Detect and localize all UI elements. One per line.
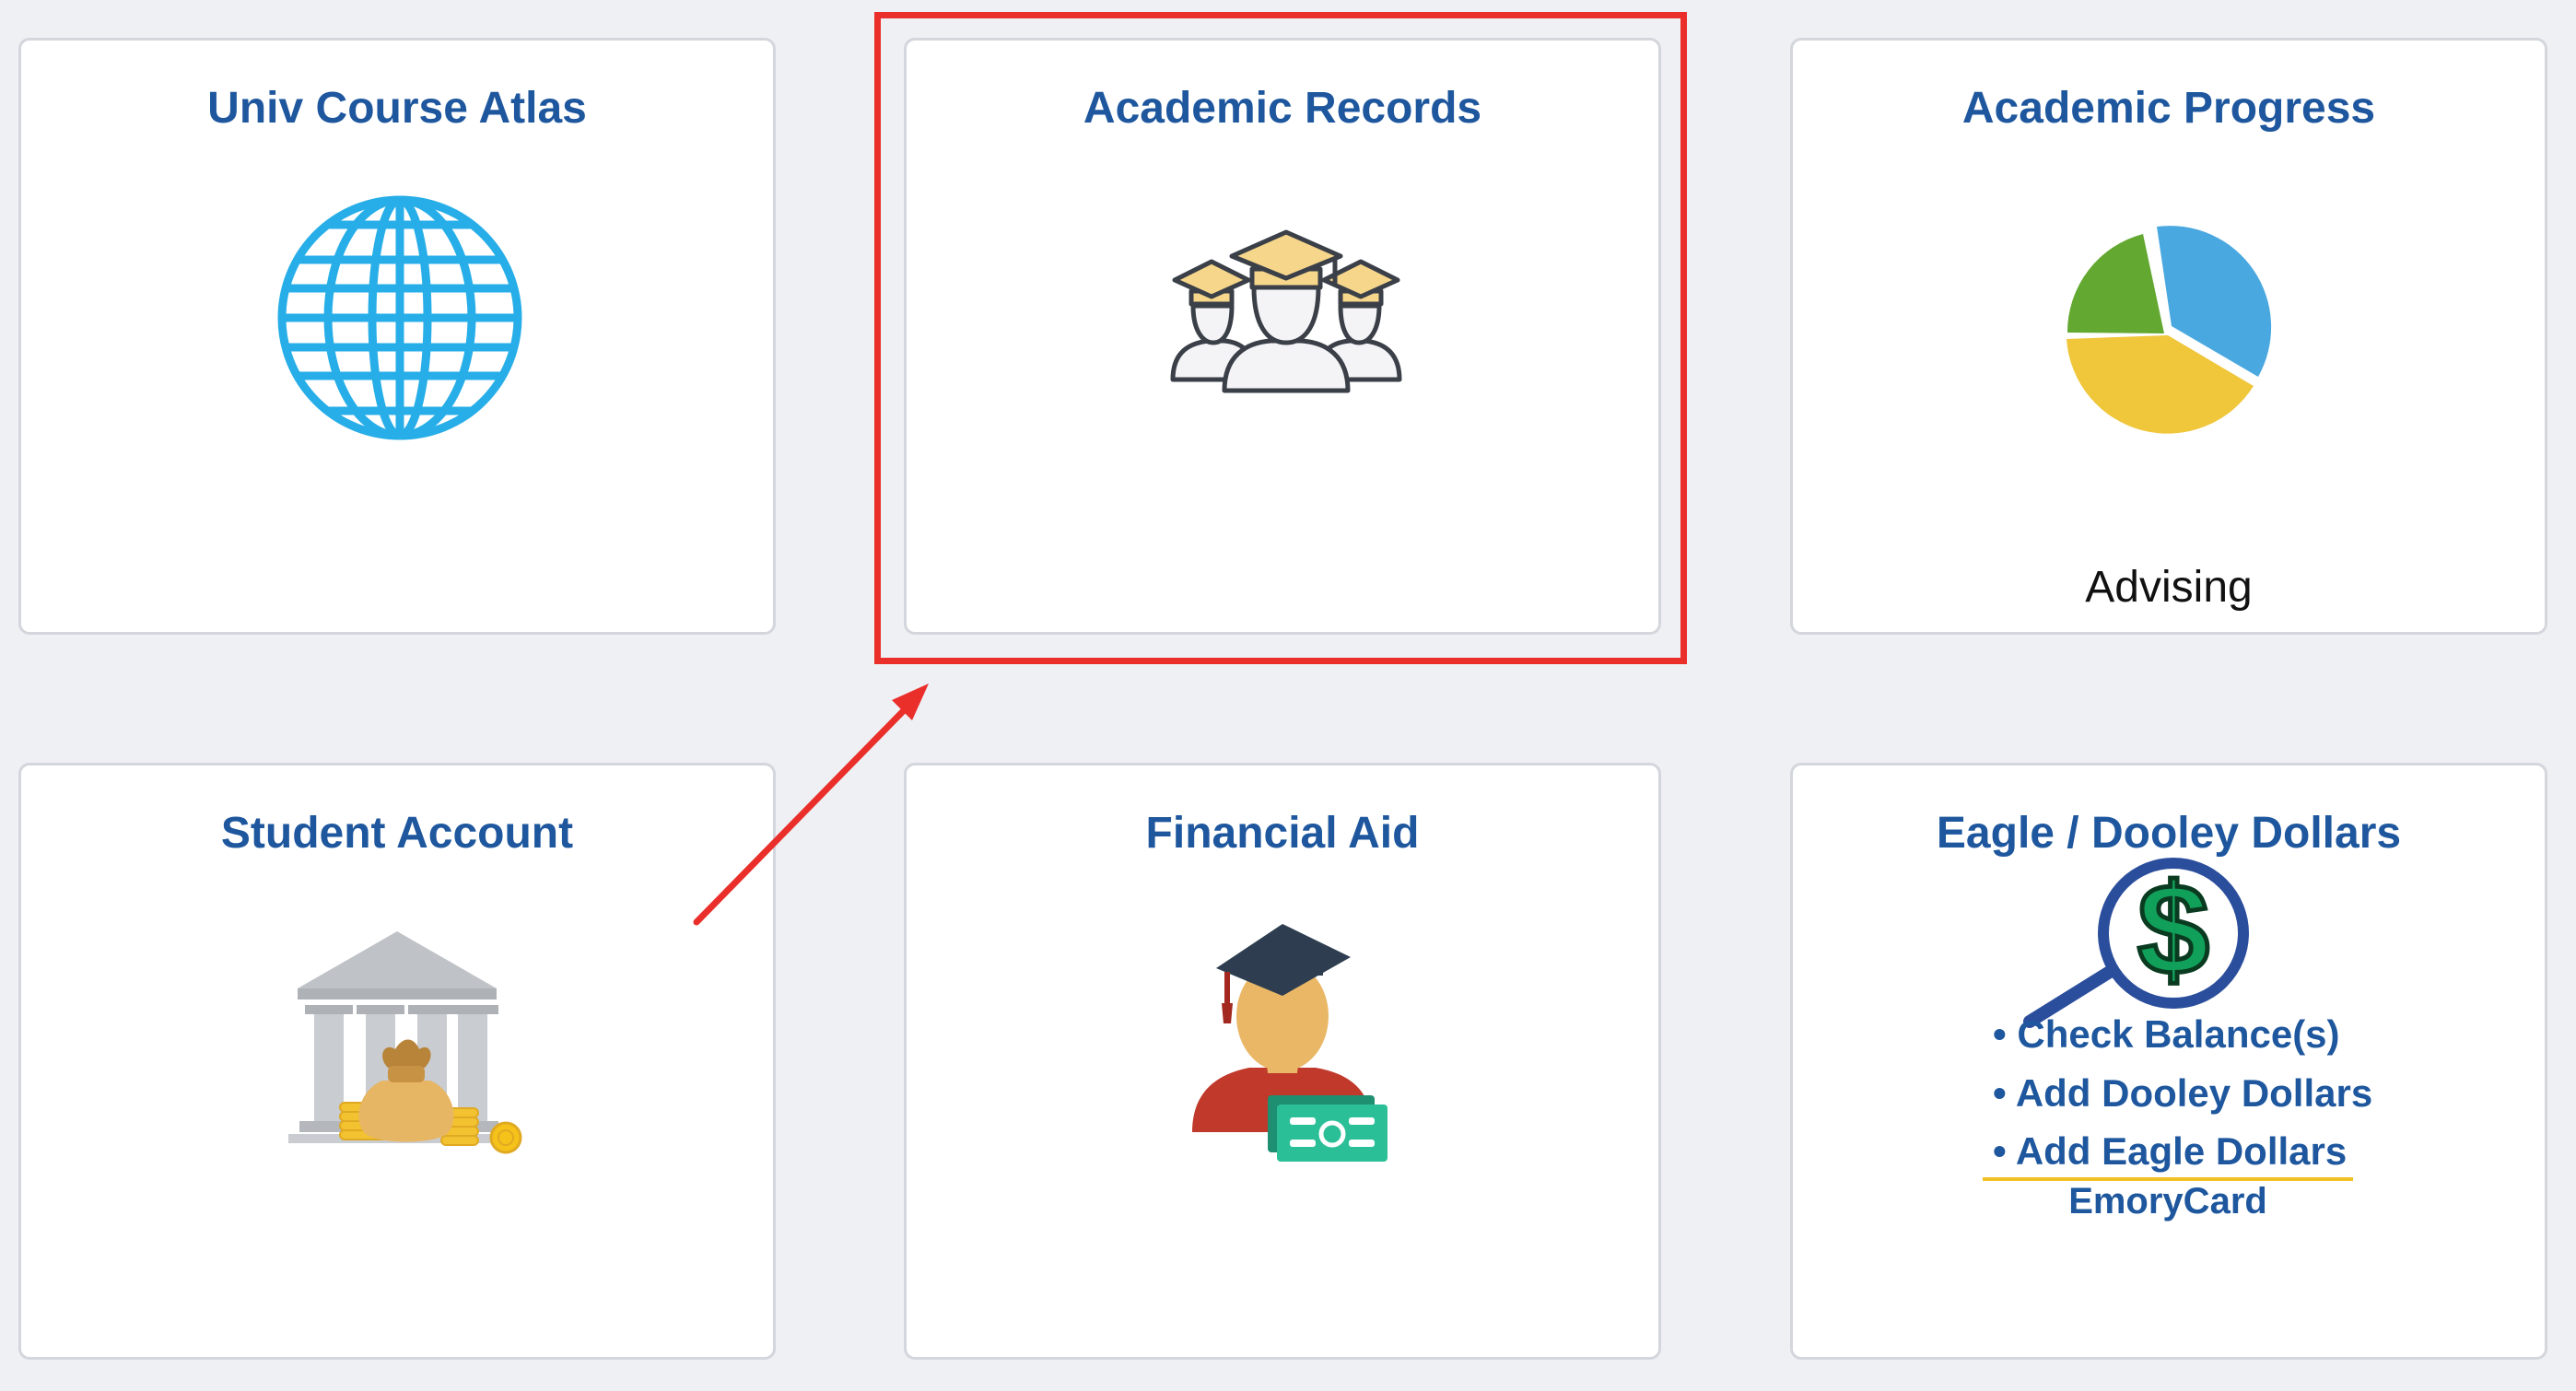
tile-title: Eagle / Dooley Dollars — [1936, 809, 2402, 858]
globe-icon — [277, 195, 522, 440]
tile-eagle-dooley-dollars[interactable]: Eagle / Dooley Dollars $ — [1790, 763, 2547, 1360]
tile-subtitle-advising: Advising — [2085, 563, 2253, 612]
dollar-magnifier-icon: $ — [2023, 856, 2249, 1028]
tile-title: Academic Records — [1083, 84, 1482, 133]
tile-academic-progress[interactable]: Academic Progress Advising — [1790, 38, 2547, 635]
graduates-icon — [1170, 229, 1402, 393]
graduate-money-icon — [1192, 924, 1388, 1162]
check-balances-link[interactable]: • Check Balance(s) — [1993, 1015, 2340, 1054]
tile-title: Univ Course Atlas — [207, 84, 587, 133]
pie-chart-icon — [2067, 226, 2272, 434]
emorycard-label: EmoryCard — [2068, 1181, 2267, 1222]
tile-title: Financial Aid — [1145, 809, 1420, 858]
add-eagle-dollars-link[interactable]: • Add Eagle Dollars — [1993, 1132, 2347, 1171]
svg-text:$: $ — [2137, 857, 2209, 1001]
bank-money-icon — [288, 931, 522, 1154]
tile-financial-aid[interactable]: Financial Aid — [904, 763, 1661, 1360]
tile-univ-course-atlas[interactable]: Univ Course Atlas — [18, 38, 776, 635]
tile-title: Student Account — [220, 809, 574, 858]
tile-academic-records[interactable]: Academic Records — [904, 38, 1661, 635]
add-dooley-dollars-link[interactable]: • Add Dooley Dollars — [1993, 1074, 2372, 1113]
tile-student-account[interactable]: Student Account — [18, 763, 776, 1360]
tile-title: Academic Progress — [1961, 84, 2376, 133]
